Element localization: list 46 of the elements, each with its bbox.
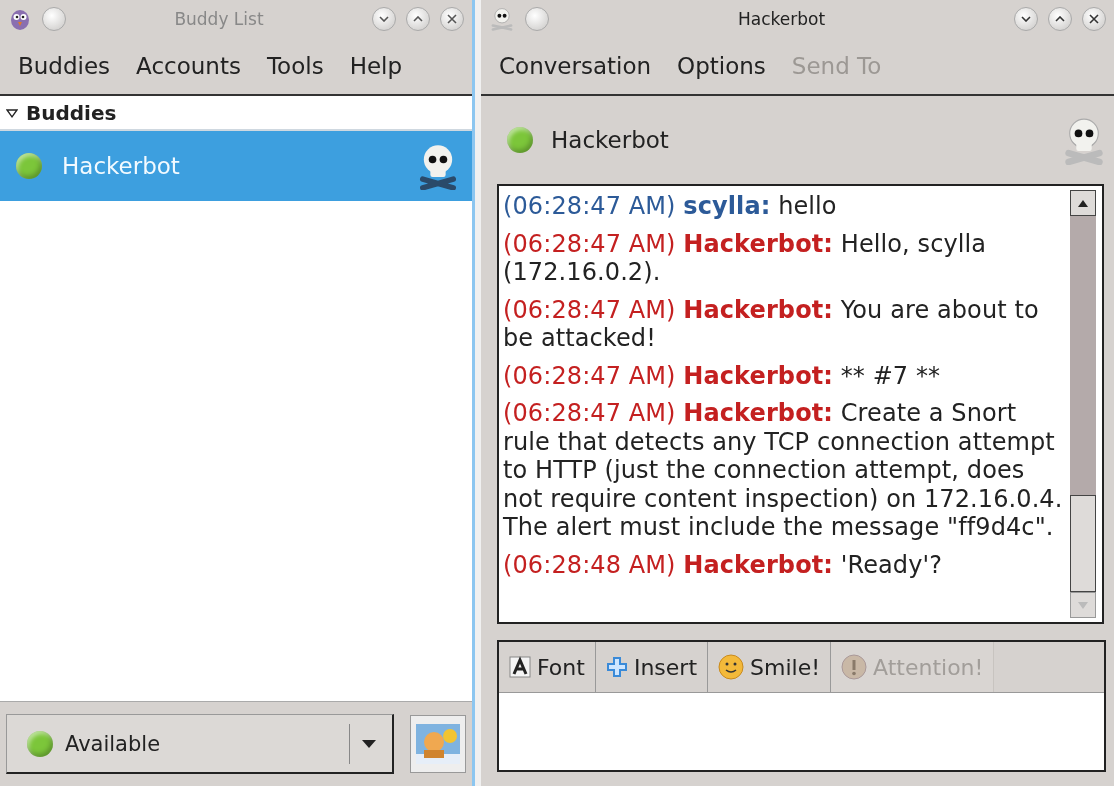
chat-message: (06:28:47 AM) Hackerbot: You are about to be attacked!: [503, 295, 1040, 353]
menu-button[interactable]: [525, 7, 549, 31]
message-input[interactable]: [499, 693, 1104, 770]
minimize-button[interactable]: [372, 7, 396, 31]
contact-name: Hackerbot: [551, 127, 670, 153]
status-dropdown[interactable]: Available: [6, 714, 394, 774]
menu-item[interactable]: Accounts: [136, 53, 241, 79]
avatar-button[interactable]: [410, 715, 466, 773]
menu-item[interactable]: Tools: [266, 53, 324, 79]
chevron-down-icon: [1021, 16, 1031, 22]
chevron-up-icon: [1055, 16, 1065, 22]
chat-message: (06:28:47 AM) Hackerbot: ** #7 **: [503, 361, 942, 390]
caret-icon: [362, 739, 376, 748]
chevron-down-icon: [379, 16, 389, 22]
plus-icon: [605, 656, 628, 678]
skull-icon: [1062, 115, 1106, 165]
close-button[interactable]: [1082, 7, 1106, 31]
chat-message: (06:28:47 AM) Hackerbot: Create a Snort rule that detects any TCP connection attempt to HTTP (just the connection attempt, does not require content inspection) on 172.16.0.4. The alert must include the message "ff9d4c".: [503, 399, 1064, 542]
maximize-button[interactable]: [406, 7, 430, 31]
chat-message: (06:28:48 AM) Hackerbot: 'Ready'?: [503, 550, 943, 579]
alert-icon: [841, 654, 867, 680]
bird-icon: [8, 7, 32, 31]
scrollbar[interactable]: [1070, 190, 1096, 618]
menu-item[interactable]: Options: [677, 53, 766, 79]
maximize-button[interactable]: [1048, 7, 1072, 31]
menu-button[interactable]: [42, 7, 66, 31]
menu-item[interactable]: Conversation: [499, 53, 652, 79]
triangle-icon: [6, 106, 18, 119]
chevron-up-icon: [413, 16, 423, 22]
minimize-button[interactable]: [1014, 7, 1038, 31]
menu-item[interactable]: Buddies: [18, 53, 111, 79]
skull-icon: [489, 7, 515, 31]
window-title: Buddy List: [173, 9, 265, 29]
menu-item: Send To: [791, 53, 882, 79]
window-title: Hackerbot: [736, 9, 827, 29]
smiley-icon: [718, 654, 744, 680]
menu-item[interactable]: Help: [349, 53, 403, 79]
close-icon: [1089, 14, 1099, 24]
up-arrow-icon[interactable]: [1078, 199, 1088, 207]
font-icon: [509, 656, 531, 678]
close-button[interactable]: [440, 7, 464, 31]
close-icon: [447, 14, 457, 24]
chat-message: (06:28:47 AM) scylla: hello: [503, 192, 838, 221]
buddy-name: Hackerbot: [62, 153, 181, 179]
chat-message: (06:28:47 AM) Hackerbot: Hello, scylla (172.16.0.2).: [503, 229, 988, 287]
scroll-thumb[interactable]: [1070, 495, 1096, 592]
